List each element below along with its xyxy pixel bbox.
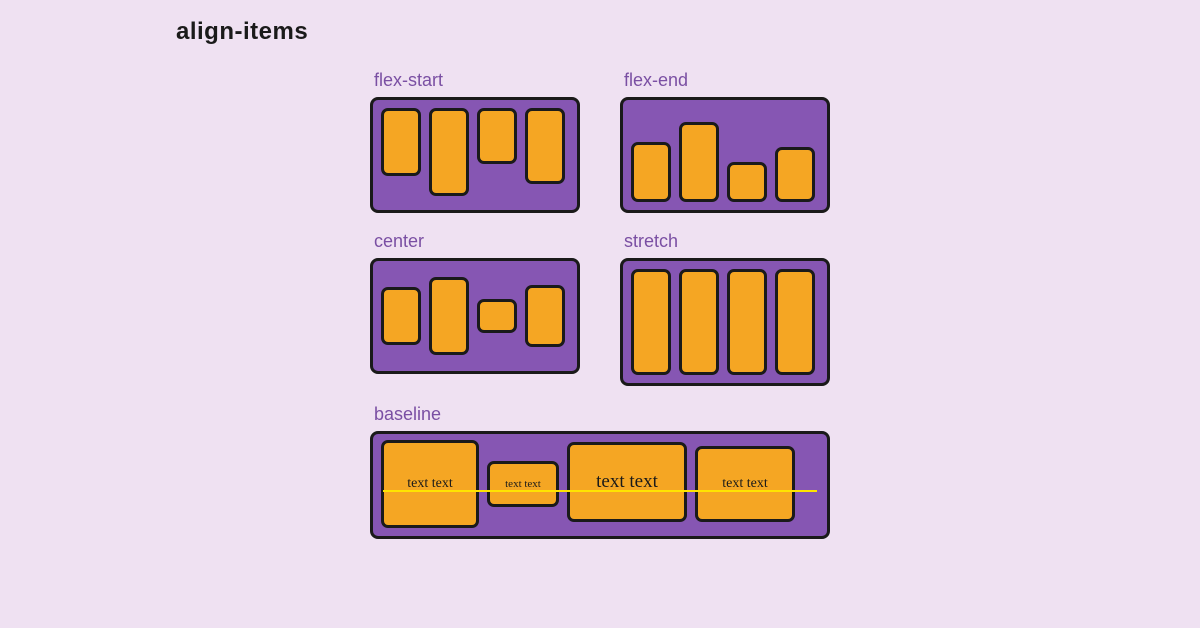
flex-item-text: text text (381, 440, 479, 528)
flex-item (477, 299, 517, 333)
flex-container-flex-end (620, 97, 830, 213)
page-title: align-items (176, 18, 308, 46)
example-label: stretch (624, 231, 830, 252)
flex-item (631, 142, 671, 202)
flex-container-center (370, 258, 580, 374)
example-label: center (374, 231, 580, 252)
example-label: flex-start (374, 70, 580, 91)
diagram-root: align-items flex-start flex-end cen (0, 0, 1200, 628)
flex-item (775, 147, 815, 202)
flex-item-text: text text (695, 446, 795, 522)
flex-container-flex-start (370, 97, 580, 213)
example-stretch: stretch (620, 231, 830, 386)
flex-item (631, 269, 671, 375)
flex-item (381, 287, 421, 345)
example-label: baseline (374, 404, 830, 425)
examples-grid: flex-start flex-end center (370, 70, 830, 539)
example-flex-end: flex-end (620, 70, 830, 213)
flex-item (727, 162, 767, 202)
flex-item-text: text text (567, 442, 687, 522)
flex-item-text: text text (487, 461, 559, 507)
flex-item (775, 269, 815, 375)
flex-item (429, 108, 469, 196)
flex-item (679, 122, 719, 202)
flex-item (381, 108, 421, 176)
flex-container-stretch (620, 258, 830, 386)
flex-container-baseline: text text text text text text text text (370, 431, 830, 539)
example-center: center (370, 231, 580, 386)
flex-item (727, 269, 767, 375)
flex-item (525, 285, 565, 347)
flex-item (525, 108, 565, 184)
flex-item (429, 277, 469, 355)
example-flex-start: flex-start (370, 70, 580, 213)
flex-item (477, 108, 517, 164)
flex-item (679, 269, 719, 375)
example-label: flex-end (624, 70, 830, 91)
example-baseline: baseline text text text text text text t… (370, 404, 830, 539)
